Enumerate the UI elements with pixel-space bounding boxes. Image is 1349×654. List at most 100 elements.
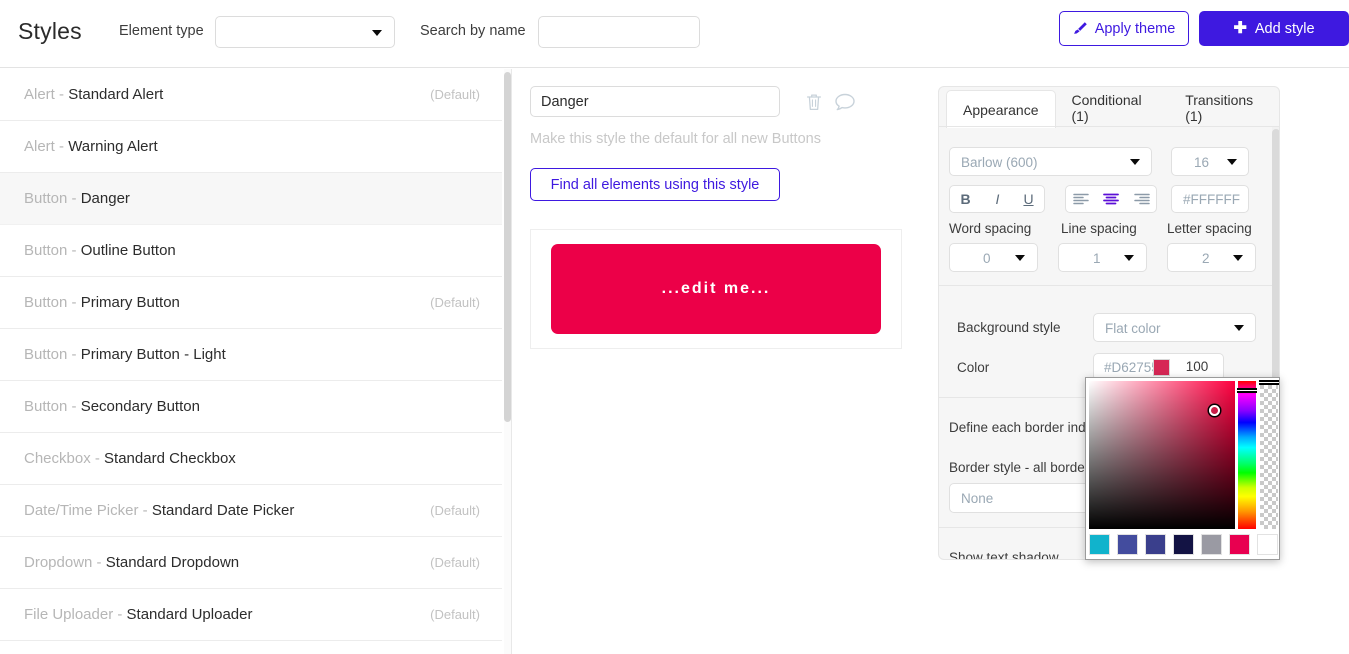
style-list-row[interactable]: Date/Time Picker - Standard Date Picker (… bbox=[0, 485, 502, 537]
make-default-text[interactable]: Make this style the default for all new … bbox=[530, 131, 821, 147]
text-align-group bbox=[1065, 185, 1157, 213]
border-style-label: Border style - all borders bbox=[949, 460, 1097, 475]
style-list-row[interactable]: Button - Danger bbox=[0, 173, 502, 225]
style-list-row[interactable]: Button - Secondary Button bbox=[0, 381, 502, 433]
italic-glyph: I bbox=[995, 191, 1000, 207]
bold-button[interactable]: B bbox=[950, 186, 981, 212]
element-type-dropdown[interactable] bbox=[215, 16, 395, 48]
style-list-scrollbar-thumb[interactable] bbox=[504, 72, 511, 422]
hue-slider-handle[interactable] bbox=[1237, 388, 1257, 393]
line-spacing-label: Line spacing bbox=[1061, 221, 1137, 236]
style-list-row[interactable]: File Uploader - Standard Uploader (Defaul… bbox=[0, 589, 502, 641]
underline-button[interactable]: U bbox=[1013, 186, 1044, 212]
add-style-label: Add style bbox=[1254, 20, 1315, 37]
font-family-dropdown[interactable]: Barlow (600) bbox=[949, 147, 1152, 176]
show-text-shadow-label[interactable]: Show text shadow bbox=[949, 550, 1059, 559]
style-row-type: Button - bbox=[24, 190, 81, 207]
underline-glyph: U bbox=[1023, 191, 1034, 207]
align-center-icon bbox=[1103, 193, 1119, 205]
comment-bubble-icon[interactable] bbox=[833, 90, 857, 114]
tab-appearance[interactable]: Appearance bbox=[946, 90, 1056, 128]
style-row-type: Checkbox - bbox=[24, 450, 105, 467]
element-type-label: Element type bbox=[119, 23, 204, 39]
letter-spacing-value: 2 bbox=[1202, 251, 1210, 266]
style-row-name: Primary Button - Light bbox=[80, 346, 226, 363]
style-row-type: Button - bbox=[24, 398, 81, 415]
color-swatch[interactable] bbox=[1153, 359, 1170, 376]
default-badge: (Default) bbox=[430, 503, 480, 518]
tab-conditional[interactable]: Conditional (1) bbox=[1056, 89, 1170, 127]
style-list-row[interactable]: Button - Primary Button (Default) bbox=[0, 277, 502, 329]
trash-icon[interactable] bbox=[803, 90, 825, 114]
style-row-type: Dropdown - bbox=[24, 554, 106, 571]
preset-swatch[interactable] bbox=[1201, 534, 1222, 555]
letter-spacing-dropdown[interactable]: 2 bbox=[1167, 243, 1256, 272]
chevron-down-icon bbox=[1130, 159, 1140, 165]
align-center-button[interactable] bbox=[1096, 186, 1126, 212]
align-left-button[interactable] bbox=[1066, 186, 1096, 212]
search-by-name-label: Search by name bbox=[420, 23, 526, 39]
style-row-name: Secondary Button bbox=[80, 398, 200, 415]
preview-button[interactable]: ...edit me... bbox=[551, 244, 881, 334]
style-list-row[interactable]: Button - Outline Button bbox=[0, 225, 502, 277]
text-style-group: B I U bbox=[949, 185, 1045, 213]
plus-icon: ✚ bbox=[1233, 19, 1247, 37]
style-list-row[interactable]: Alert - Standard Alert (Default) bbox=[0, 69, 502, 121]
preset-swatch[interactable] bbox=[1145, 534, 1166, 555]
alpha-slider[interactable] bbox=[1260, 381, 1278, 529]
color-picker-popup[interactable] bbox=[1085, 377, 1280, 560]
bold-glyph: B bbox=[960, 191, 971, 207]
line-spacing-dropdown[interactable]: 1 bbox=[1058, 243, 1147, 272]
align-right-button[interactable] bbox=[1127, 186, 1157, 212]
tab-transitions[interactable]: Transitions (1) bbox=[1169, 89, 1279, 127]
properties-tabs: Appearance Conditional (1) Transitions (1) bbox=[939, 87, 1279, 128]
top-bar: Styles Element type Search by name Apply… bbox=[0, 0, 1349, 68]
text-color-input[interactable]: #FFFFFF bbox=[1171, 185, 1249, 213]
font-size-value: 16 bbox=[1194, 155, 1210, 170]
style-name-input[interactable] bbox=[530, 86, 780, 117]
search-input[interactable] bbox=[538, 16, 700, 48]
style-list-row[interactable]: Button - Primary Button - Light bbox=[0, 329, 502, 381]
style-row-name: Standard Uploader bbox=[126, 606, 253, 623]
style-row-name: Standard Dropdown bbox=[105, 554, 240, 571]
preset-swatch[interactable] bbox=[1229, 534, 1250, 555]
style-row-type: Alert - bbox=[24, 86, 69, 103]
preset-swatch[interactable] bbox=[1089, 534, 1110, 555]
hue-slider[interactable] bbox=[1238, 381, 1256, 529]
apply-theme-label: Apply theme bbox=[1094, 20, 1176, 37]
style-row-type: Button - bbox=[24, 346, 81, 363]
line-spacing-value: 1 bbox=[1093, 251, 1101, 266]
apply-theme-button[interactable]: Apply theme bbox=[1059, 11, 1189, 46]
font-size-dropdown[interactable]: 16 bbox=[1171, 147, 1249, 176]
tab-underline bbox=[939, 126, 1279, 127]
page-title: Styles bbox=[18, 18, 82, 44]
preset-swatch[interactable] bbox=[1173, 534, 1194, 555]
define-each-border-label[interactable]: Define each border inde bbox=[949, 420, 1093, 435]
style-row-type: File Uploader - bbox=[24, 606, 127, 623]
saturation-value-cursor[interactable] bbox=[1209, 405, 1220, 416]
preset-swatch-row bbox=[1089, 534, 1278, 558]
style-list[interactable]: Alert - Standard Alert (Default) Alert - W… bbox=[0, 69, 512, 654]
italic-button[interactable]: I bbox=[982, 186, 1013, 212]
preset-swatch[interactable] bbox=[1257, 534, 1278, 555]
word-spacing-label: Word spacing bbox=[949, 221, 1032, 236]
style-row-type: Alert - bbox=[24, 138, 69, 155]
style-list-row[interactable]: Checkbox - Standard Checkbox bbox=[0, 433, 502, 485]
alpha-slider-handle[interactable] bbox=[1259, 380, 1279, 385]
saturation-value-area[interactable] bbox=[1089, 381, 1235, 529]
background-style-dropdown[interactable]: Flat color bbox=[1093, 313, 1256, 342]
word-spacing-value: 0 bbox=[983, 251, 991, 266]
word-spacing-dropdown[interactable]: 0 bbox=[949, 243, 1038, 272]
style-list-row[interactable]: Alert - Warning Alert bbox=[0, 121, 502, 173]
style-row-name: Standard Checkbox bbox=[104, 450, 236, 467]
style-row-type: Button - bbox=[24, 294, 81, 311]
default-badge: (Default) bbox=[430, 555, 480, 570]
background-style-value: Flat color bbox=[1105, 321, 1161, 336]
style-preview-box: ...edit me... bbox=[530, 229, 902, 349]
add-style-button[interactable]: ✚ Add style bbox=[1199, 11, 1349, 46]
default-badge: (Default) bbox=[430, 295, 480, 310]
find-elements-button[interactable]: Find all elements using this style bbox=[530, 168, 780, 201]
preset-swatch[interactable] bbox=[1117, 534, 1138, 555]
style-editor-panel: Make this style the default for all new … bbox=[512, 69, 929, 654]
style-list-row[interactable]: Dropdown - Standard Dropdown (Default) bbox=[0, 537, 502, 589]
